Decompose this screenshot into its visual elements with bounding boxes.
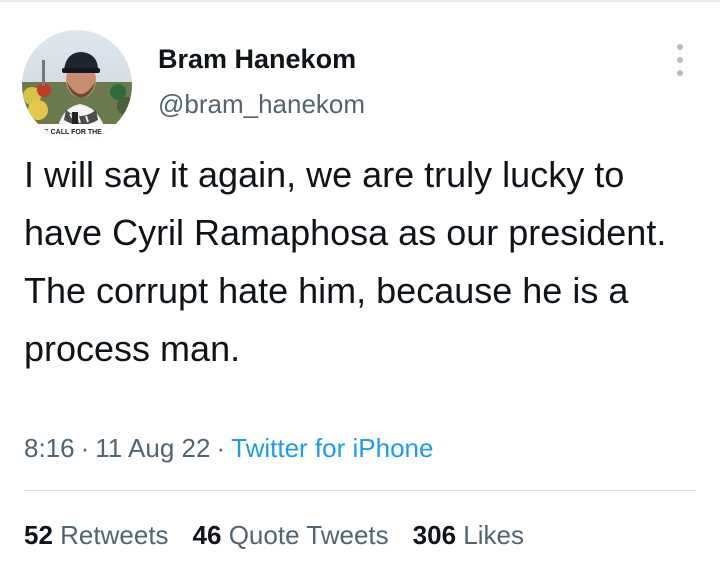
quote-tweets-label: Quote Tweets [228, 520, 389, 550]
more-vertical-icon-dot [677, 57, 683, 63]
retweets-label: Retweets [60, 520, 169, 550]
retweets-count: 52 [24, 520, 53, 550]
meta-separator: · [216, 433, 226, 463]
likes-stat[interactable]: 306 Likes [413, 518, 524, 552]
quote-tweets-count: 46 [192, 520, 222, 550]
more-vertical-icon-dot [677, 70, 683, 76]
avatar-photo: S CALL FOR THE [22, 30, 132, 140]
avatar-caption: S CALL FOR THE [44, 129, 102, 136]
display-name[interactable]: Bram Hanekom [158, 42, 365, 76]
tweet-text: I will say it again, we are truly lucky … [24, 154, 667, 369]
stats-divider [24, 490, 696, 491]
more-vertical-icon [677, 44, 683, 50]
author-info: Bram Hanekom @bram_hanekom [158, 42, 365, 120]
more-options-button[interactable] [668, 44, 692, 76]
meta-separator: · [80, 433, 90, 463]
engagement-stats: 52 Retweets 46 Quote Tweets 306 Likes [24, 518, 524, 552]
username-handle[interactable]: @bram_hanekom [158, 88, 365, 120]
tweet-date[interactable]: 11 Aug 22 [95, 433, 210, 463]
tweet-source-link[interactable]: Twitter for iPhone [231, 433, 433, 463]
top-divider [0, 0, 720, 2]
tweet-meta: 8:16 · 11 Aug 22 · Twitter for iPhone [24, 431, 433, 465]
retweets-stat[interactable]: 52 Retweets [24, 518, 169, 552]
tweet-time[interactable]: 8:16 [24, 433, 75, 463]
likes-label: Likes [463, 520, 524, 550]
likes-count: 306 [412, 520, 457, 550]
quote-tweets-stat[interactable]: 46 Quote Tweets [193, 518, 389, 552]
avatar[interactable]: S CALL FOR THE [22, 30, 132, 140]
